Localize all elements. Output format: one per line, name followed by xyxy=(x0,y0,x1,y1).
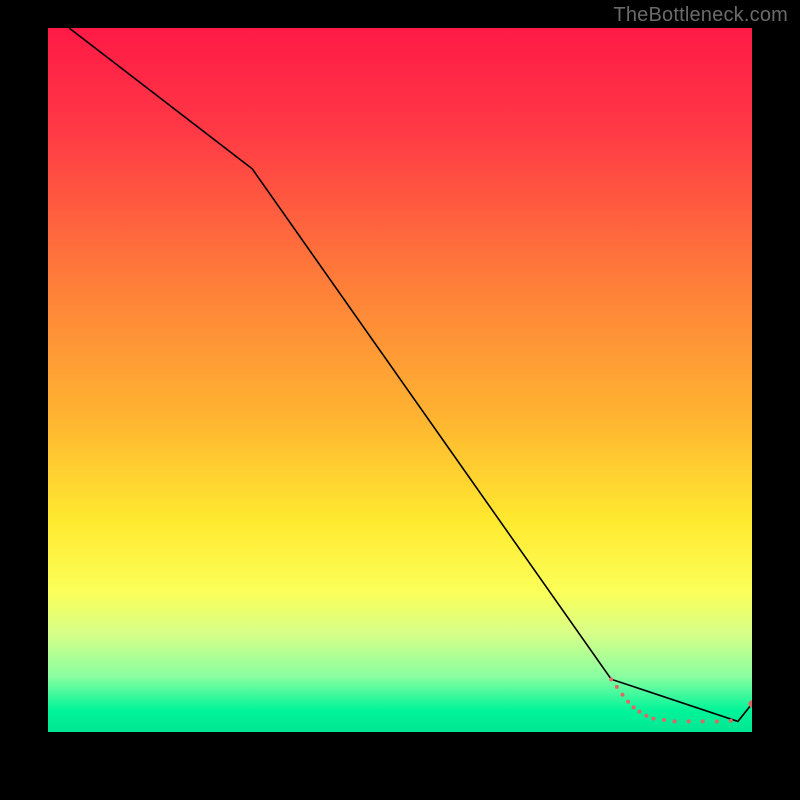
plot-area xyxy=(48,28,752,732)
data-point xyxy=(621,693,625,697)
data-point xyxy=(715,719,719,723)
chart-stage: TheBottleneck.com xyxy=(0,0,800,800)
data-point xyxy=(673,719,677,723)
data-point xyxy=(644,714,648,718)
watermark-text: TheBottleneck.com xyxy=(613,4,788,27)
data-point xyxy=(626,700,630,704)
data-point xyxy=(701,719,705,723)
data-point xyxy=(651,717,655,721)
data-point xyxy=(687,719,691,723)
data-point xyxy=(729,719,733,723)
data-point xyxy=(632,705,636,709)
curve-line xyxy=(69,28,752,721)
data-point xyxy=(615,685,619,689)
data-point xyxy=(637,710,641,714)
data-point xyxy=(662,718,666,722)
dot-series xyxy=(609,677,752,723)
data-point xyxy=(748,700,752,707)
plot-svg xyxy=(48,28,752,732)
data-point xyxy=(609,677,613,681)
